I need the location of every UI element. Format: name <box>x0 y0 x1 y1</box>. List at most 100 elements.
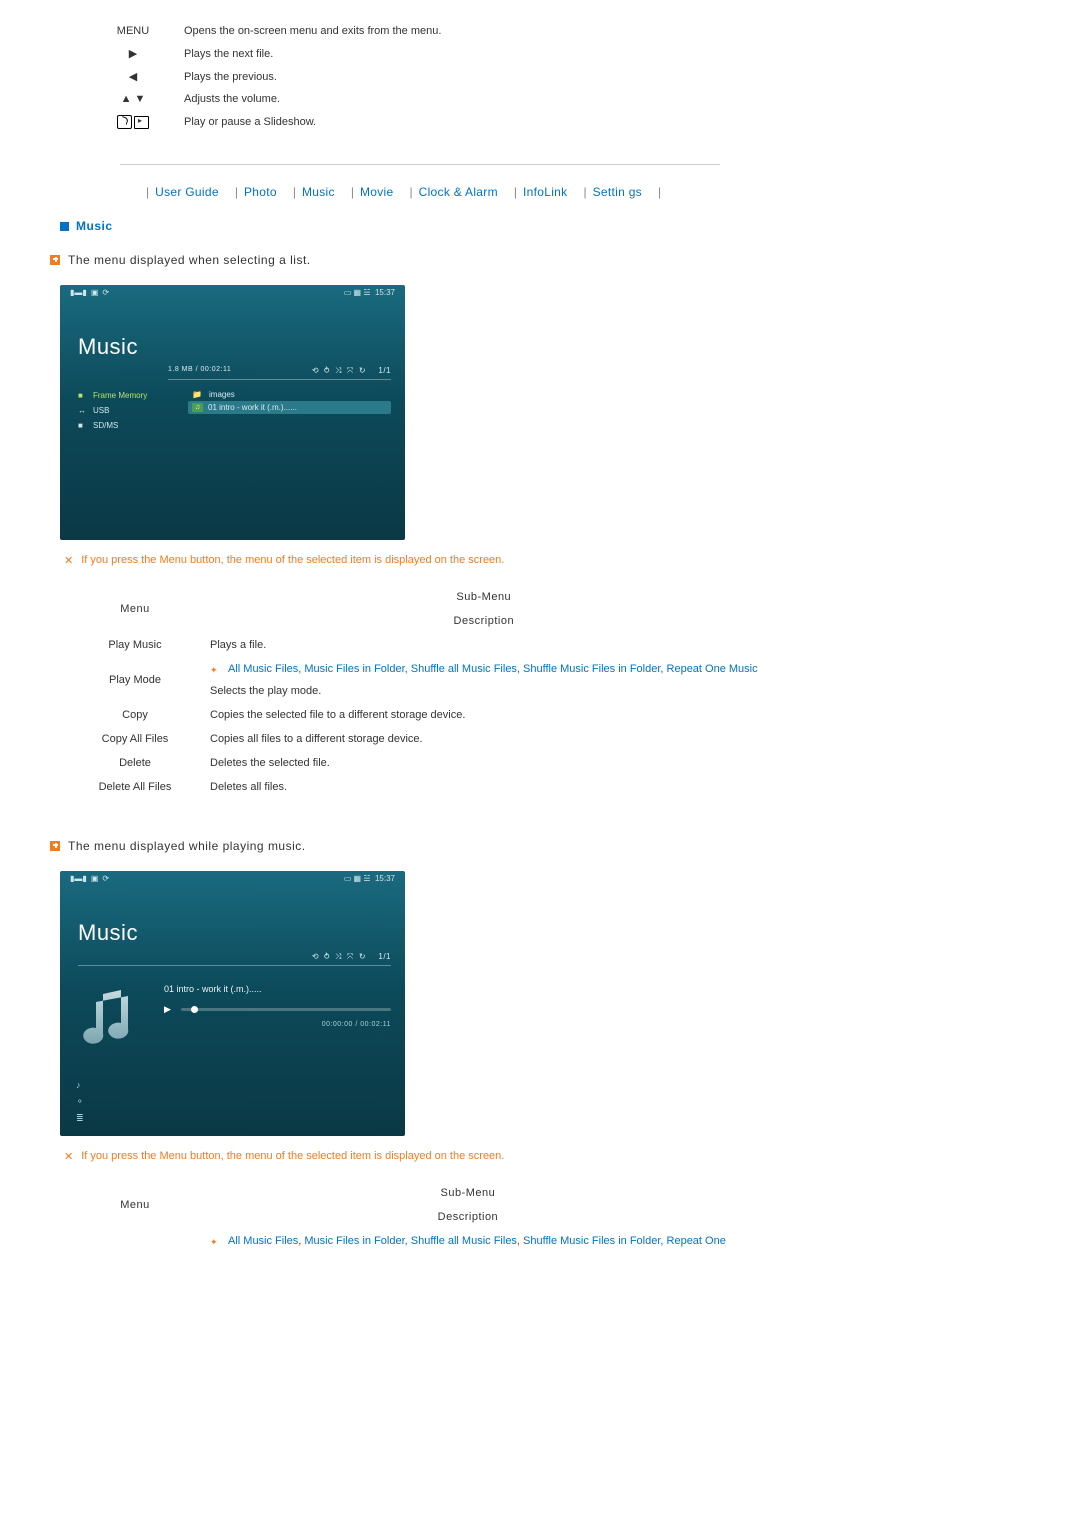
nav-separator: | <box>583 185 586 199</box>
button-row: ◀Plays the previous. <box>90 65 449 88</box>
sub-heading-text: The menu displayed when selecting a list… <box>68 253 311 267</box>
nav-separator: | <box>351 185 354 199</box>
file-column: 📁images♫01 intro - work it (.m.)...... <box>188 388 405 433</box>
button-label: MENU <box>90 20 176 42</box>
time-display: 00:00:00 / 00:02:11 <box>164 1015 391 1028</box>
menu-name: Delete <box>70 751 200 775</box>
rotate-icon <box>117 115 132 129</box>
file-info: 1.8 MB / 00:02:11 <box>168 366 231 376</box>
info-note-text: If you press the Menu button, the menu o… <box>81 554 504 566</box>
right-arrow-icon: ▶ <box>90 42 176 65</box>
section-divider <box>120 164 720 165</box>
nav-separator: | <box>514 185 517 199</box>
table-row: CopyCopies the selected file to a differ… <box>70 703 768 727</box>
nav-link-settin-gs[interactable]: Settin gs <box>593 185 642 199</box>
play-icon: ▶ <box>164 1004 171 1015</box>
square-bullet-icon <box>60 222 69 231</box>
file-item: 📁images <box>188 388 391 401</box>
plus-square-icon <box>50 255 60 265</box>
table-row: DeleteDeletes the selected file. <box>70 751 768 775</box>
menu-name: Delete All Files <box>70 775 200 799</box>
button-description: Plays the previous. <box>176 65 449 88</box>
menu-name: Play Mode <box>70 657 200 703</box>
info-note-1: ✕ If you press the Menu button, the menu… <box>64 554 1020 567</box>
menu-name: Play Music <box>70 633 200 657</box>
menu-description: ✦All Music Files, Music Files in Folder,… <box>200 657 768 703</box>
plus-square-icon <box>50 841 60 851</box>
button-description: Plays the next file. <box>176 42 449 65</box>
col-submenu: Sub-Menu <box>200 585 768 609</box>
screenshot-title: Music <box>60 306 405 366</box>
screenshot-title: Music <box>60 892 405 952</box>
nav-links: | User Guide | Photo | Music | Movie | Clock … <box>140 185 1020 199</box>
play-mode-icons: ⟲⥁⤨⤧↻ 1/1 <box>307 366 391 376</box>
status-icons: ▮▬▮▣⟳ <box>70 288 113 306</box>
status-icons: ▮▬▮▣⟳ <box>70 874 113 892</box>
progress-bar <box>181 1008 391 1011</box>
nav-link-music[interactable]: Music <box>302 185 335 199</box>
remote-buttons-table: MENUOpens the on-screen menu and exits f… <box>90 20 449 134</box>
sub-heading-2: The menu displayed while playing music. <box>50 839 1020 853</box>
nav-link-photo[interactable]: Photo <box>244 185 277 199</box>
left-arrow-icon: ◀ <box>90 65 176 88</box>
star-bullet-icon: ✦ <box>210 1237 218 1248</box>
button-row: Play or pause a Slideshow. <box>90 110 449 134</box>
col-menu: Menu <box>70 585 200 633</box>
table-row: Delete All FilesDeletes all files. <box>70 775 768 799</box>
music-list-screenshot: ▮▬▮▣⟳ ▭ ▦ ☱ 15:37 Music 1.8 MB / 00:02:1… <box>60 285 405 540</box>
button-row: ▲ ▼Adjusts the volume. <box>90 88 449 110</box>
table-row: Play Mode✦All Music Files, Music Files i… <box>70 657 768 703</box>
music-note-icon <box>78 984 148 1064</box>
col-desc: Description <box>200 609 768 633</box>
info-note-2: ✕ If you press the Menu button, the menu… <box>64 1150 1020 1163</box>
menu-description: Copies the selected file to a different … <box>200 703 768 727</box>
nav-link-user-guide[interactable]: User Guide <box>155 185 219 199</box>
storage-sidebar: ■Frame Memory↔USB■SD/MS <box>60 388 188 433</box>
status-right: ▭ ▦ ☱ 15:37 <box>344 874 395 892</box>
nav-link-infolink[interactable]: InfoLink <box>523 185 567 199</box>
track-name: 01 intro - work it (.m.)..... <box>164 984 391 1004</box>
menu-name: Copy All Files <box>70 727 200 751</box>
nav-separator: | <box>409 185 412 199</box>
menu-description: Plays a file. <box>200 633 768 657</box>
table-row: ✦ All Music Files, Music Files in Folder… <box>70 1229 736 1253</box>
slideshow-icon <box>90 110 176 134</box>
nav-separator: | <box>293 185 296 199</box>
col-menu: Menu <box>70 1181 200 1229</box>
nav-separator: | <box>146 185 149 199</box>
button-row: MENUOpens the on-screen menu and exits f… <box>90 20 449 42</box>
slideshow-play-icon <box>134 116 149 129</box>
play-controls: ▶ <box>164 1004 391 1015</box>
nav-link-clock-alarm[interactable]: Clock & Alarm <box>419 185 498 199</box>
storage-item: ■SD/MS <box>78 418 188 433</box>
play-mode-icons: ⟲⥁⤨⤧↻ 1/1 <box>307 952 391 962</box>
nav-separator: | <box>235 185 238 199</box>
button-description: Play or pause a Slideshow. <box>176 110 449 134</box>
storage-item: ■Frame Memory <box>78 388 188 403</box>
menu-name: Copy <box>70 703 200 727</box>
nav-link-movie[interactable]: Movie <box>360 185 394 199</box>
col-desc: Description <box>200 1205 736 1229</box>
bottom-icons: ♪⚬≣ <box>76 1080 84 1124</box>
section-title: Music <box>76 219 113 233</box>
file-item: ♫01 intro - work it (.m.)...... <box>188 401 391 414</box>
menu-description: Copies all files to a different storage … <box>200 727 768 751</box>
info-note-text: If you press the Menu button, the menu o… <box>81 1150 504 1162</box>
table-row: Play MusicPlays a file. <box>70 633 768 657</box>
menu-description: Deletes the selected file. <box>200 751 768 775</box>
button-description: Adjusts the volume. <box>176 88 449 110</box>
button-row: ▶Plays the next file. <box>90 42 449 65</box>
submenu-options: All Music Files, Music Files in Folder, … <box>228 1235 726 1247</box>
up-down-arrow-icon: ▲ ▼ <box>90 88 176 110</box>
status-right: ▭ ▦ ☱ 15:37 <box>344 288 395 306</box>
sub-heading-1: The menu displayed when selecting a list… <box>50 253 1020 267</box>
section-title-row: Music <box>60 219 1020 233</box>
storage-item: ↔USB <box>78 403 188 418</box>
star-bullet-icon: ✦ <box>210 665 218 676</box>
table-row: Copy All FilesCopies all files to a diff… <box>70 727 768 751</box>
sub-heading-text: The menu displayed while playing music. <box>68 839 306 853</box>
menu-table-play: Menu Sub-Menu Description ✦ All Music Fi… <box>70 1181 736 1253</box>
menu-description: Deletes all files. <box>200 775 768 799</box>
music-play-screenshot: ▮▬▮▣⟳ ▭ ▦ ☱ 15:37 Music ⟲⥁⤨⤧↻ 1/1 <box>60 871 405 1136</box>
x-icon: ✕ <box>64 554 73 567</box>
